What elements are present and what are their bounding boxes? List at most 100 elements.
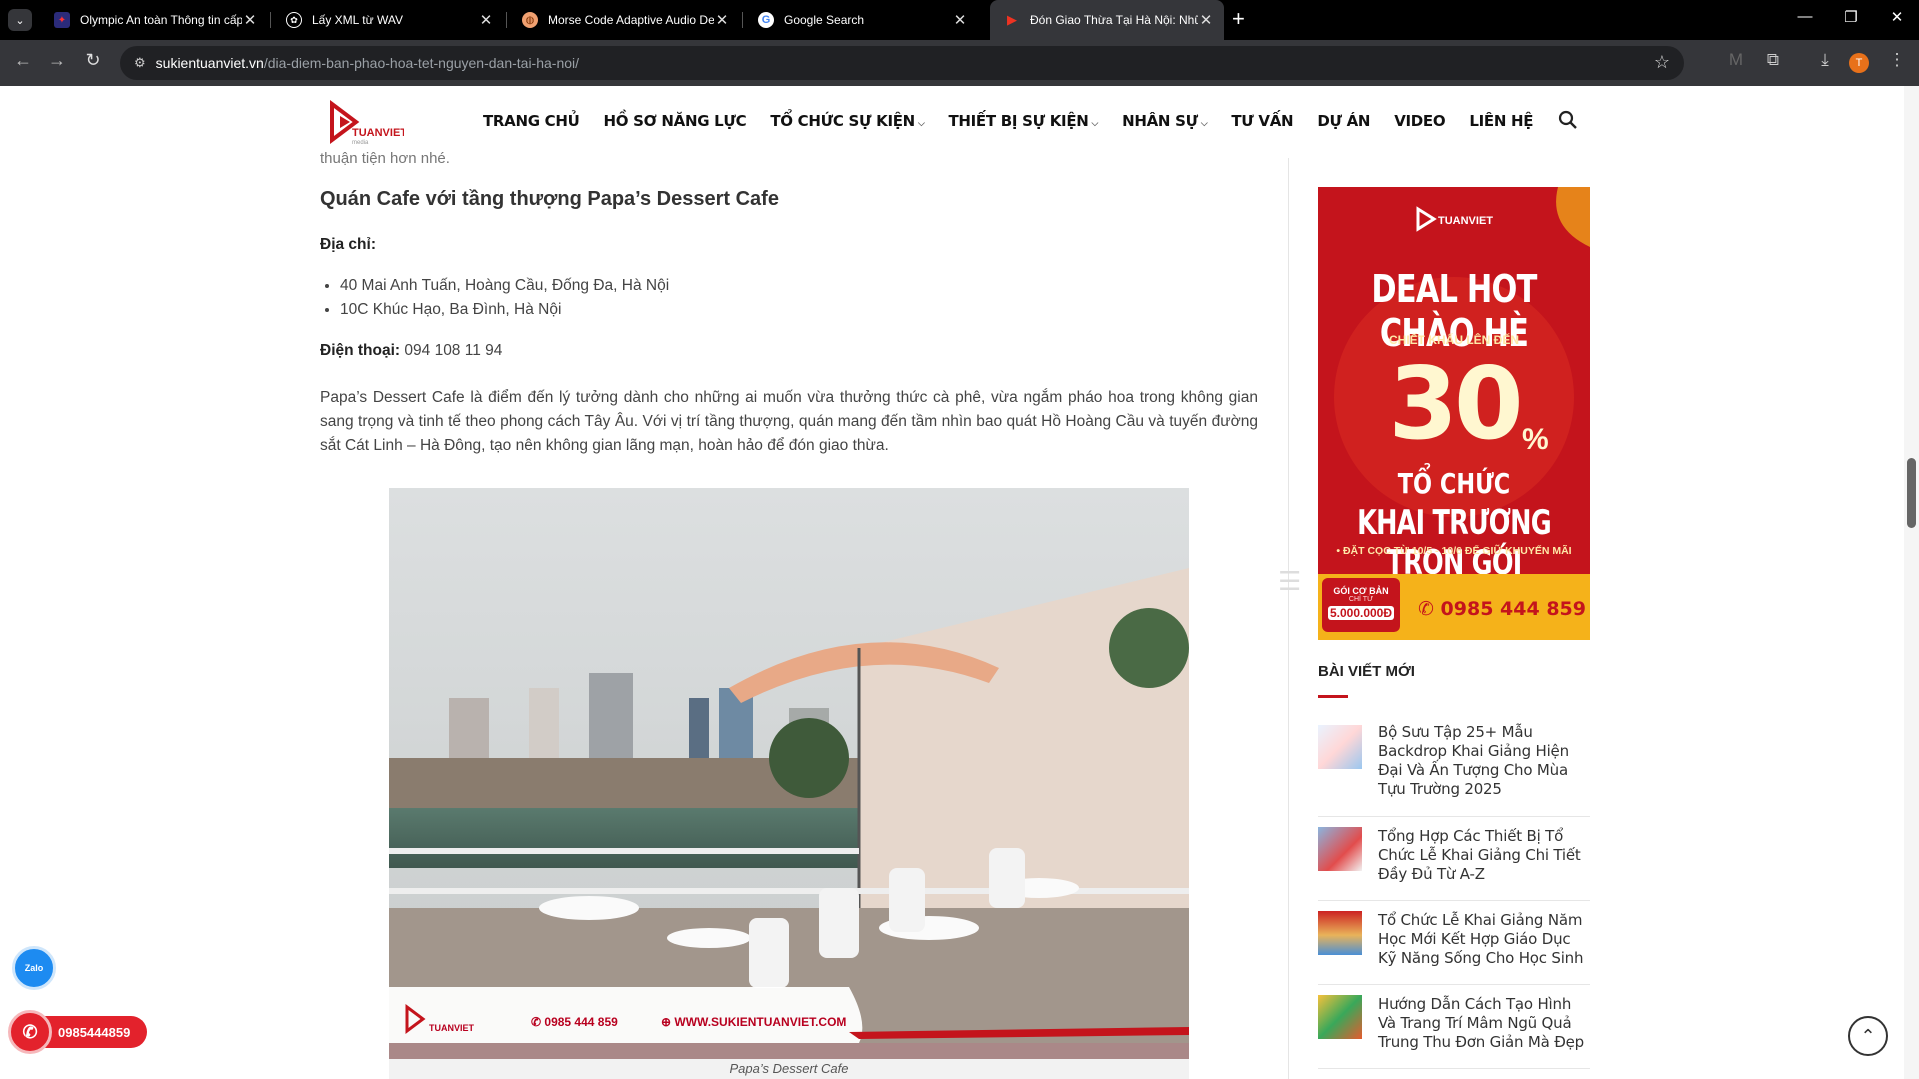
logo-sub: media xyxy=(352,140,369,146)
tab-separator xyxy=(506,12,507,28)
tab-title: Lấy XML từ WAV xyxy=(312,13,403,27)
nav-item-ho-so-nang-luc[interactable]: HỒ SƠ NĂNG LỰC xyxy=(604,112,747,130)
watermark-website-text: WWW.SUKIENTUANVIET.COM xyxy=(674,1015,847,1029)
close-tab-icon[interactable]: ✕ xyxy=(478,11,494,29)
back-to-top-button[interactable]: ⌃ xyxy=(1848,1016,1888,1056)
phone-value: 094 108 11 94 xyxy=(400,342,503,359)
nav-label: TỔ CHỨC SỰ KIỆN xyxy=(770,112,915,130)
ad-discount-unit: % xyxy=(1522,423,1549,456)
close-tab-icon[interactable]: ✕ xyxy=(952,11,968,29)
new-tab-button[interactable]: + xyxy=(1232,6,1245,32)
scrollbar-thumb[interactable] xyxy=(1907,458,1916,528)
phone-icon: ✆ xyxy=(8,1010,52,1054)
url-host: sukientuanviet.vn xyxy=(155,55,264,71)
nav-item-du-an[interactable]: DỰ ÁN xyxy=(1317,112,1370,130)
back-icon[interactable]: ← xyxy=(10,50,36,71)
post-title[interactable]: Hướng Dẫn Cách Tạo Hình Và Trang Trí Mâm… xyxy=(1378,995,1590,1052)
nav-label: LIÊN HỆ xyxy=(1469,112,1534,130)
list-item: 10C Khúc Hạo, Ba Đình, Hà Nội xyxy=(340,298,669,322)
close-tab-icon[interactable]: ✕ xyxy=(1198,11,1214,29)
post-title[interactable]: Tổng Hợp Các Thiết Bị Tổ Chức Lễ Khai Gi… xyxy=(1378,827,1590,884)
nav-item-trang-chu[interactable]: TRANG CHỦ xyxy=(483,112,580,130)
phone-line: Điện thoại: 094 108 11 94 xyxy=(320,342,502,360)
ad-discount-value: 30 xyxy=(1388,345,1523,462)
page-scrollbar[interactable] xyxy=(1904,86,1919,1079)
watermark-phone: ✆ 0985 444 859 xyxy=(531,1015,618,1029)
article-paragraph: Papa’s Dessert Cafe là điểm đến lý tưởng… xyxy=(320,389,1258,454)
menu-kebab-icon[interactable]: ⋮ xyxy=(1884,50,1910,70)
close-window-icon[interactable]: ✕ xyxy=(1882,8,1912,26)
browser-tab[interactable]: G Google Search ✕ xyxy=(744,0,978,40)
tab-search-button[interactable]: ⌄ xyxy=(8,9,32,31)
ad-line-2: KHAI TRƯƠNG TRỌN GÓI xyxy=(1357,503,1552,583)
url-path: /dia-diem-ban-phao-hoa-tet-nguyen-dan-ta… xyxy=(263,55,580,71)
ad-line-1: TỔ CHỨC xyxy=(1397,467,1511,500)
ad-deposit-note: • ĐẶT CỌC TỪ 10/5 - 10/6 ĐỂ GIỮ KHUYẾN M… xyxy=(1336,545,1572,557)
globe-icon: ⊕ xyxy=(661,1015,672,1029)
browser-tab[interactable]: ✦ Olympic An toàn Thông tin cấp ✕ xyxy=(40,0,268,40)
post-thumbnail[interactable] xyxy=(1318,725,1362,769)
recent-post-item[interactable]: Tổ Chức Lễ Khai Giảng Năm Học Mới Kết Hợ… xyxy=(1318,911,1590,985)
recent-post-item[interactable]: Tổng Hợp Các Thiết Bị Tổ Chức Lễ Khai Gi… xyxy=(1318,827,1590,901)
watermark-website: ⊕ WWW.SUKIENTUANVIET.COM xyxy=(661,1015,846,1029)
post-thumbnail[interactable] xyxy=(1318,911,1362,955)
extension-m-icon[interactable]: M xyxy=(1723,50,1749,70)
nav-item-video[interactable]: VIDEO xyxy=(1394,112,1445,130)
close-tab-icon[interactable]: ✕ xyxy=(242,11,258,29)
zalo-icon: Zalo xyxy=(24,963,44,973)
chevron-down-icon: ⌵ xyxy=(1091,119,1099,129)
promo-banner-ad[interactable]: TUANVIET DEAL HOT CHÀO HÈ CHIẾT KHẤU LÊN… xyxy=(1318,187,1590,640)
close-tab-icon[interactable]: ✕ xyxy=(714,11,730,29)
ad-package-box: GÓI CƠ BẢN CHỈ TỪ 5.000.000Đ xyxy=(1322,578,1400,632)
profile-avatar[interactable]: T xyxy=(1849,53,1869,73)
browser-tab-active[interactable]: ▶ Đón Giao Thừa Tại Hà Nội: Nhữ ✕ xyxy=(990,0,1224,40)
chevron-up-icon: ⌃ xyxy=(1860,1025,1876,1046)
post-thumbnail[interactable] xyxy=(1318,827,1362,871)
tab-title: Morse Code Adaptive Audio De xyxy=(548,13,714,27)
call-now-button[interactable]: ✆ 0985444859 xyxy=(8,1010,147,1054)
nav-label: NHÂN SỰ xyxy=(1122,112,1198,130)
nav-item-thiet-bi-su-kien[interactable]: THIẾT BỊ SỰ KIỆN ⌵ xyxy=(948,112,1098,130)
table-of-contents-icon[interactable]: ☰ xyxy=(1278,566,1308,596)
minimize-icon[interactable]: — xyxy=(1790,8,1820,25)
photo-watermark-banner: TUANVIET ✆ 0985 444 859 ⊕ WWW.SUKIENTUAN… xyxy=(389,987,1189,1059)
recent-post-item[interactable]: Bộ Sưu Tập 25+ Mẫu Backdrop Khai Giảng H… xyxy=(1318,723,1590,817)
forward-icon[interactable]: → xyxy=(44,50,70,71)
post-title[interactable]: Tổ Chức Lễ Khai Giảng Năm Học Mới Kết Hợ… xyxy=(1378,911,1590,968)
post-title[interactable]: Bộ Sưu Tập 25+ Mẫu Backdrop Khai Giảng H… xyxy=(1378,723,1590,799)
zalo-chat-button[interactable]: Zalo xyxy=(12,946,56,990)
reload-icon[interactable]: ↻ xyxy=(80,50,106,71)
photo-caption: Papa’s Dessert Cafe xyxy=(389,1059,1189,1079)
tab-title: Olympic An toàn Thông tin cấp xyxy=(80,13,242,27)
browser-toolbar: ← → ↻ ⚙ sukientuanviet.vn /dia-diem-ban-… xyxy=(0,40,1919,86)
nav-label: HỒ SƠ NĂNG LỰC xyxy=(603,112,747,130)
address-bar[interactable]: ⚙ sukientuanviet.vn /dia-diem-ban-phao-h… xyxy=(120,46,1684,80)
browser-tab[interactable]: ✿ Lấy XML từ WAV ✕ xyxy=(272,0,504,40)
post-thumbnail[interactable] xyxy=(1318,995,1362,1039)
browser-tab[interactable]: ◍ Morse Code Adaptive Audio De ✕ xyxy=(508,0,740,40)
article-photo[interactable]: TUANVIET ✆ 0985 444 859 ⊕ WWW.SUKIENTUAN… xyxy=(389,488,1189,1059)
ad-package-label: GÓI CƠ BẢN xyxy=(1333,586,1389,596)
flag-icon: ✦ xyxy=(54,12,70,28)
nav-item-lien-he[interactable]: LIÊN HỆ xyxy=(1469,112,1533,130)
nav-item-tu-van[interactable]: TƯ VẤN xyxy=(1231,112,1293,130)
download-icon[interactable]: ⤓ xyxy=(1812,50,1838,70)
site-info-icon[interactable]: ⚙ xyxy=(134,55,146,71)
nav-item-to-chuc-su-kien[interactable]: TỔ CHỨC SỰ KIỆN ⌵ xyxy=(770,112,924,130)
phone-icon: ✆ xyxy=(531,1015,542,1029)
watermark-phone-number: 0985 444 859 xyxy=(544,1015,618,1029)
extensions-puzzle-icon[interactable]: ⧉ xyxy=(1760,50,1786,70)
google-icon: G xyxy=(758,12,774,28)
search-icon[interactable] xyxy=(1558,110,1578,136)
ad-hotline-number: 0985 444 859 xyxy=(1440,598,1586,620)
nav-item-nhan-su[interactable]: NHÂN SỰ ⌵ xyxy=(1122,112,1208,130)
restore-icon[interactable]: ❐ xyxy=(1836,8,1866,26)
list-item: 40 Mai Anh Tuấn, Hoàng Cầu, Đống Đa, Hà … xyxy=(340,274,669,298)
address-label: Địa chỉ: xyxy=(320,236,376,253)
bookmark-star-icon[interactable]: ☆ xyxy=(1654,52,1670,73)
tab-title: Đón Giao Thừa Tại Hà Nội: Nhữ xyxy=(1030,13,1198,27)
site-logo[interactable]: TUANVIET media xyxy=(328,100,407,146)
address-list: 40 Mai Anh Tuấn, Hoàng Cầu, Đống Đa, Hà … xyxy=(340,274,669,322)
phone-icon: ✆ xyxy=(1418,598,1434,620)
recent-post-item[interactable]: Hướng Dẫn Cách Tạo Hình Và Trang Trí Mâm… xyxy=(1318,995,1590,1069)
